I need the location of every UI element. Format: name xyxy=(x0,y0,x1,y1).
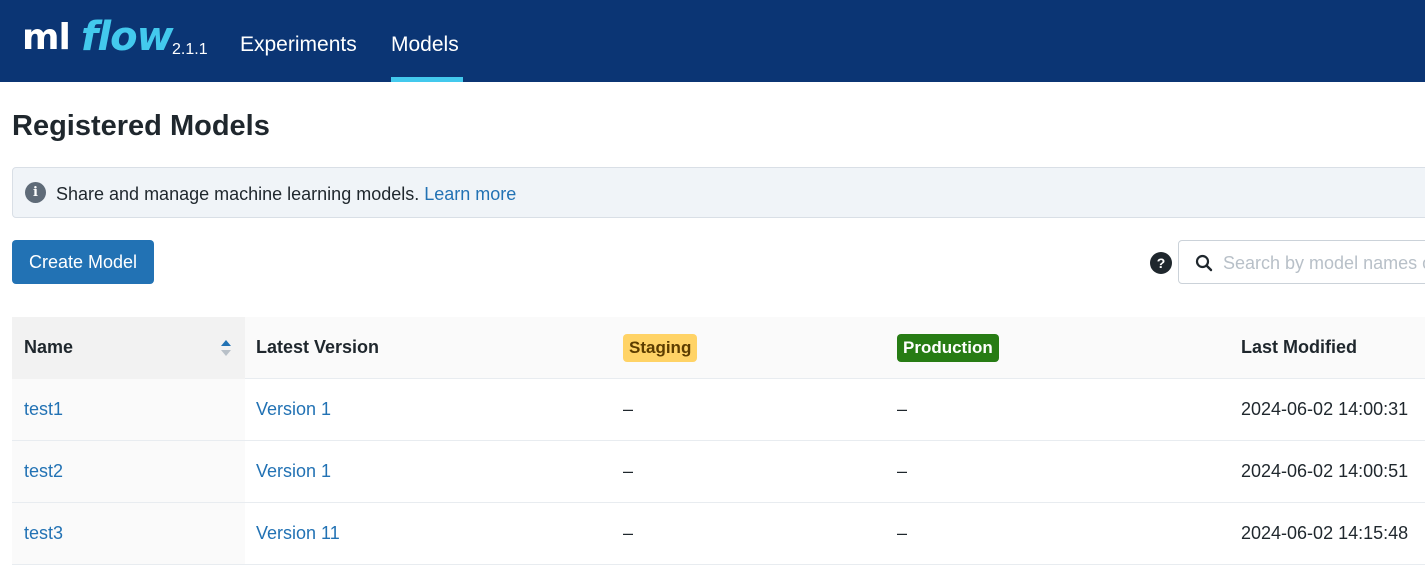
nav-models[interactable]: Models xyxy=(391,33,459,57)
model-name-link[interactable]: test2 xyxy=(24,461,63,482)
model-name-link[interactable]: test1 xyxy=(24,399,63,420)
production-value: – xyxy=(897,399,908,419)
header-production-tag: Production xyxy=(897,334,999,362)
staging-value: – xyxy=(623,461,634,481)
info-text: Share and manage machine learning models… xyxy=(56,184,516,205)
version-label: 2.1.1 xyxy=(172,41,208,58)
search-box[interactable] xyxy=(1178,240,1425,284)
search-icon xyxy=(1195,254,1213,272)
last-modified-value: 2024-06-02 14:00:51 xyxy=(1241,461,1409,481)
top-nav-bar: ml flow 2.1.1 Experiments Models xyxy=(0,0,1425,82)
active-nav-indicator xyxy=(391,77,463,82)
table-row: test1 Version 1 – – 2024-06-02 14:00:31 xyxy=(12,379,1425,441)
logo-ml-text: ml xyxy=(22,17,71,58)
table-row: test2 Version 1 – – 2024-06-02 14:00:51 xyxy=(12,441,1425,503)
model-name-link[interactable]: test3 xyxy=(24,523,63,544)
last-modified-value: 2024-06-02 14:00:31 xyxy=(1241,399,1409,419)
logo-flow-text: flow xyxy=(81,14,174,60)
info-icon: i xyxy=(25,182,46,203)
latest-version-link[interactable]: Version 1 xyxy=(256,399,331,420)
latest-version-link[interactable]: Version 1 xyxy=(256,461,331,482)
page-title: Registered Models xyxy=(12,110,270,142)
question-circle-icon[interactable]: ? xyxy=(1150,252,1172,274)
header-last-modified: Last Modified xyxy=(1241,337,1357,357)
header-staging-tag: Staging xyxy=(623,334,698,362)
models-table: Name Latest Version Staging Production L… xyxy=(12,317,1425,565)
last-modified-value: 2024-06-02 14:15:48 xyxy=(1241,523,1409,543)
production-value: – xyxy=(897,523,908,543)
sort-icon[interactable] xyxy=(220,339,232,357)
staging-value: – xyxy=(623,523,634,543)
latest-version-link[interactable]: Version 11 xyxy=(256,523,340,544)
learn-more-link[interactable]: Learn more xyxy=(424,184,516,204)
staging-value: – xyxy=(623,399,634,419)
table-row: test3 Version 11 – – 2024-06-02 14:15:48 xyxy=(12,503,1425,565)
search-input[interactable] xyxy=(1223,251,1425,275)
info-banner: i Share and manage machine learning mode… xyxy=(12,167,1425,218)
production-value: – xyxy=(897,461,908,481)
nav-experiments[interactable]: Experiments xyxy=(240,33,357,57)
table-header: Name Latest Version Staging Production L… xyxy=(12,317,1425,379)
header-name[interactable]: Name xyxy=(24,337,73,358)
header-latest-version: Latest Version xyxy=(256,337,380,357)
create-model-button[interactable]: Create Model xyxy=(12,240,154,284)
info-message: Share and manage machine learning models… xyxy=(56,184,420,204)
